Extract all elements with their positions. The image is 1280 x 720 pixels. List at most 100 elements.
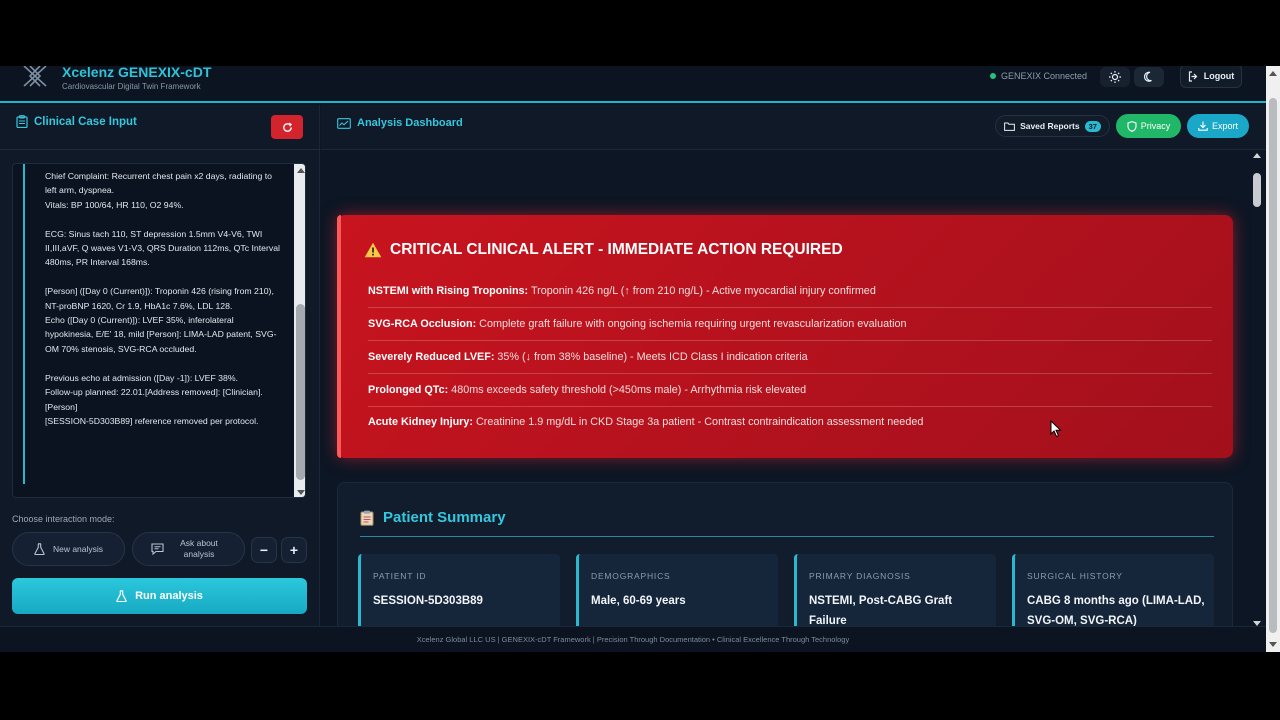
card-value: SESSION-5D303B89 (373, 595, 483, 607)
new-analysis-button[interactable]: New analysis (12, 532, 125, 566)
dashboard-title-label: Analysis Dashboard (357, 117, 463, 129)
alert-item: Severely Reduced LVEF: 35% (↓ from 38% b… (368, 351, 1212, 363)
clipboard-icon (16, 115, 28, 128)
card-value: CABG 8 months ago (LIMA-LAD, SVG-OM, SVG… (1027, 595, 1205, 627)
scroll-down-icon[interactable] (297, 490, 305, 495)
moon-icon (1144, 71, 1152, 82)
flask-icon (34, 543, 45, 555)
run-analysis-label: Run analysis (135, 590, 203, 602)
panel-title: Clinical Case Input (16, 115, 137, 128)
scroll-thumb[interactable] (296, 304, 305, 480)
alert-divider (368, 406, 1212, 407)
dashboard-title: Analysis Dashboard (337, 117, 463, 129)
app-window: Xcelenz GENEXIX-cDT Cardiovascular Digit… (0, 66, 1280, 652)
alert-item-label: SVG-RCA Occlusion: (368, 318, 477, 330)
summary-title: Patient Summary (360, 509, 506, 526)
alert-item-label: Severely Reduced LVEF: (368, 351, 495, 363)
app-title: Xcelenz GENEXIX-cDT (62, 66, 212, 80)
download-icon (1198, 121, 1208, 131)
alert-item-label: Acute Kidney Injury: (368, 416, 473, 428)
alert-item: Prolonged QTc: 480ms exceeds safety thre… (368, 384, 1212, 396)
panel-title-label: Clinical Case Input (34, 115, 137, 128)
alert-title: CRITICAL CLINICAL ALERT - IMMEDIATE ACTI… (390, 241, 843, 258)
decrease-button[interactable]: − (251, 537, 277, 563)
dashboard-scrollbar[interactable] (1250, 151, 1264, 626)
card-value: NSTEMI, Post-CABG Graft Failure (809, 595, 953, 627)
dashboard-header: Analysis Dashboard Saved Reports 37 Priv… (321, 105, 1266, 150)
scroll-up-icon[interactable] (297, 168, 305, 173)
alert-divider (368, 307, 1212, 308)
scroll-up-icon[interactable] (1253, 153, 1261, 158)
reset-button[interactable] (271, 115, 303, 139)
alert-item-text: Troponin 426 ng/L (↑ from 210 ng/L) - Ac… (528, 285, 876, 297)
logo-icon (23, 66, 47, 87)
run-analysis-button[interactable]: Run analysis (12, 578, 307, 614)
saved-reports-button[interactable]: Saved Reports 37 (995, 115, 1110, 137)
flask-icon (116, 590, 127, 602)
alert-item: SVG-RCA Occlusion: Complete graft failur… (368, 318, 1212, 330)
ask-analysis-label: Ask about analysis (180, 538, 218, 559)
status-dot-icon (990, 73, 996, 79)
alert-item-text: Complete graft failure with ongoing isch… (476, 318, 907, 330)
privacy-button[interactable]: Privacy (1116, 114, 1181, 138)
critical-alert: CRITICAL CLINICAL ALERT - IMMEDIATE ACTI… (337, 215, 1233, 458)
alert-item: Acute Kidney Injury: Creatinine 1.9 mg/d… (368, 416, 1212, 428)
card-label: PATIENT ID (373, 571, 427, 581)
chat-icon (151, 543, 164, 555)
alert-item-label: NSTEMI with Rising Troponins: (368, 285, 529, 297)
shield-icon (1127, 120, 1137, 132)
saved-count-badge: 37 (1084, 120, 1101, 132)
new-analysis-label: New analysis (52, 544, 104, 554)
dark-theme-button[interactable] (1134, 67, 1164, 87)
app-subtitle: Cardiovascular Digital Twin Framework (62, 82, 201, 91)
sun-icon (1109, 71, 1121, 83)
alert-divider (368, 373, 1212, 374)
saved-reports-label: Saved Reports (1020, 121, 1080, 131)
light-theme-button[interactable] (1100, 67, 1130, 87)
logout-icon (1188, 70, 1198, 82)
alert-divider (368, 340, 1212, 341)
alert-edge (337, 215, 341, 458)
card-label: SURGICAL HISTORY (1027, 571, 1123, 581)
summary-title-label: Patient Summary (383, 509, 506, 526)
text-accent-bar (23, 164, 25, 484)
top-bar: Xcelenz GENEXIX-cDT Cardiovascular Digit… (0, 66, 1266, 103)
mode-label: Choose interaction mode: (12, 514, 115, 524)
connection-label: GENEXIX Connected (1001, 71, 1088, 81)
alert-header: CRITICAL CLINICAL ALERT - IMMEDIATE ACTI… (364, 241, 843, 259)
alert-item: NSTEMI with Rising Troponins: Troponin 4… (368, 285, 1212, 297)
folder-icon (1004, 122, 1015, 131)
logout-button[interactable]: Logout (1180, 66, 1242, 88)
scroll-thumb[interactable] (1253, 173, 1261, 207)
alert-item-label: Prolonged QTc: (368, 384, 449, 396)
clinical-case-panel: Clinical Case Input Chief Complaint: Rec… (0, 105, 320, 652)
card-label: DEMOGRAPHICS (591, 571, 671, 581)
card-value: Male, 60-69 years (591, 595, 686, 607)
logout-label: Logout (1203, 71, 1235, 81)
refresh-icon (282, 122, 292, 132)
card-label: PRIMARY DIAGNOSIS (809, 571, 911, 581)
footer: Xcelenz Global LLC US | GENEXIX-cDT Fram… (0, 626, 1266, 652)
alert-item-text: 480ms exceeds safety threshold (>450ms m… (448, 384, 807, 396)
page-scrollbar[interactable] (1266, 66, 1280, 652)
privacy-label: Privacy (1140, 121, 1171, 131)
summary-divider (360, 536, 1214, 537)
clipboard-icon (360, 510, 374, 526)
warning-icon (364, 242, 382, 258)
scroll-thumb[interactable] (1269, 98, 1277, 633)
alert-item-text: Creatinine 1.9 mg/dL in CKD Stage 3a pat… (473, 416, 924, 428)
case-text[interactable]: Chief Complaint: Recurrent chest pain x2… (45, 169, 283, 428)
alert-item-text: 35% (↓ from 38% baseline) - Meets ICD Cl… (494, 351, 808, 363)
connection-status: GENEXIX Connected (990, 71, 1087, 81)
scroll-down-icon[interactable] (1269, 642, 1277, 647)
scroll-up-icon[interactable] (1269, 71, 1277, 76)
mouse-cursor-icon (1050, 420, 1062, 438)
case-scrollbar[interactable] (294, 164, 305, 497)
divider (0, 149, 320, 150)
case-text-area[interactable]: Chief Complaint: Recurrent chest pain x2… (12, 163, 306, 498)
ask-analysis-button[interactable]: Ask about analysis (132, 532, 245, 566)
increase-button[interactable]: + (281, 537, 307, 563)
export-label: Export (1211, 121, 1238, 131)
dashboard-icon (337, 117, 351, 129)
export-button[interactable]: Export (1187, 114, 1249, 138)
